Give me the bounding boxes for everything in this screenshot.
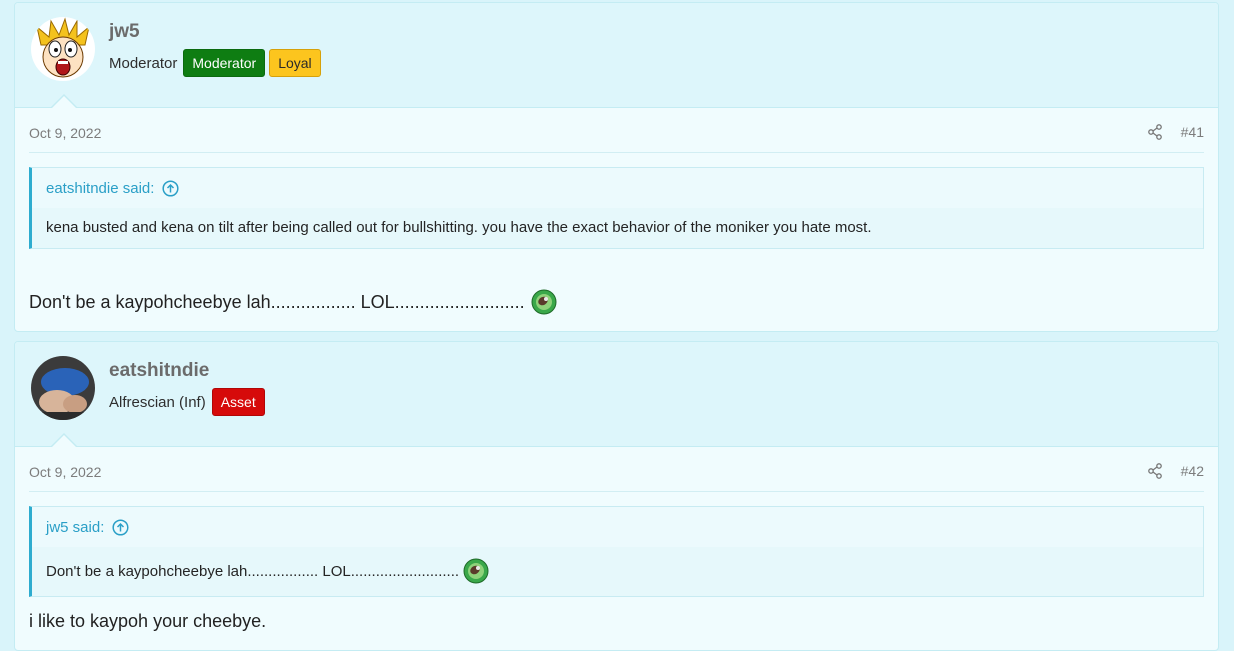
asset-badge: Asset — [211, 388, 265, 416]
username[interactable]: eatshitndie — [109, 360, 209, 382]
arrow-up-circle-icon[interactable] — [112, 518, 129, 536]
user-title: Moderator — [109, 54, 178, 72]
post-number[interactable]: #41 — [1181, 124, 1204, 140]
post-body: Don't be a kaypohcheebye lah............… — [29, 289, 1204, 315]
post-date[interactable]: Oct 9, 2022 — [29, 125, 101, 141]
post-42: eatshitndie Alfrescian (Inf) Asset Oct 9… — [14, 341, 1219, 651]
post-body-text: i like to kaypoh your cheebye. — [29, 611, 267, 631]
share-icon[interactable] — [1147, 124, 1163, 140]
quote-text-content: Don't be a kaypohcheebye lah............… — [46, 562, 460, 580]
avatar-arrow-fill — [52, 435, 76, 447]
quote-block: eatshitndie said: kena busted and kena o… — [29, 167, 1204, 249]
username[interactable]: jw5 — [109, 21, 140, 43]
post-user-header: jw5 Moderator Moderator Loyal — [15, 3, 1218, 108]
quote-header: jw5 said: — [32, 507, 1203, 547]
moderator-badge: Moderator — [183, 49, 266, 77]
quote-author-link[interactable]: eatshitndie said: — [46, 180, 154, 197]
post-date[interactable]: Oct 9, 2022 — [29, 464, 101, 480]
quote-header: eatshitndie said: — [32, 168, 1203, 208]
post-body-text: Don't be a kaypohcheebye lah............… — [29, 291, 525, 312]
avatar[interactable] — [31, 356, 95, 420]
avatar[interactable] — [31, 17, 95, 81]
green-smiley-icon — [463, 558, 489, 584]
post-body: i like to kaypoh your cheebye. — [29, 611, 1204, 632]
quote-text-content: kena busted and kena on tilt after being… — [46, 219, 872, 236]
post-user-header: eatshitndie Alfrescian (Inf) Asset — [15, 342, 1218, 447]
post-actions: #42 — [1147, 463, 1204, 479]
avatar-arrow-fill — [52, 96, 76, 108]
post-meta-row: Oct 9, 2022 #42 — [29, 447, 1204, 492]
user-meta: Moderator Moderator Loyal — [109, 49, 321, 77]
user-title: Alfrescian (Inf) — [109, 393, 206, 411]
quote-text: Don't be a kaypohcheebye lah............… — [32, 547, 1203, 596]
arrow-up-circle-icon[interactable] — [162, 179, 179, 197]
green-smiley-icon — [531, 289, 557, 315]
post-actions: #41 — [1147, 124, 1204, 140]
post-meta-row: Oct 9, 2022 #41 — [29, 108, 1204, 153]
post-41: jw5 Moderator Moderator Loyal Oct 9, 202… — [14, 2, 1219, 332]
share-icon[interactable] — [1147, 463, 1163, 479]
post-number[interactable]: #42 — [1181, 463, 1204, 479]
quote-block: jw5 said: Don't be a kaypohcheebye lah..… — [29, 506, 1204, 597]
loyal-badge: Loyal — [269, 49, 321, 77]
user-meta: Alfrescian (Inf) Asset — [109, 388, 265, 416]
quote-author-link[interactable]: jw5 said: — [46, 519, 104, 536]
quote-text: kena busted and kena on tilt after being… — [32, 208, 1203, 248]
